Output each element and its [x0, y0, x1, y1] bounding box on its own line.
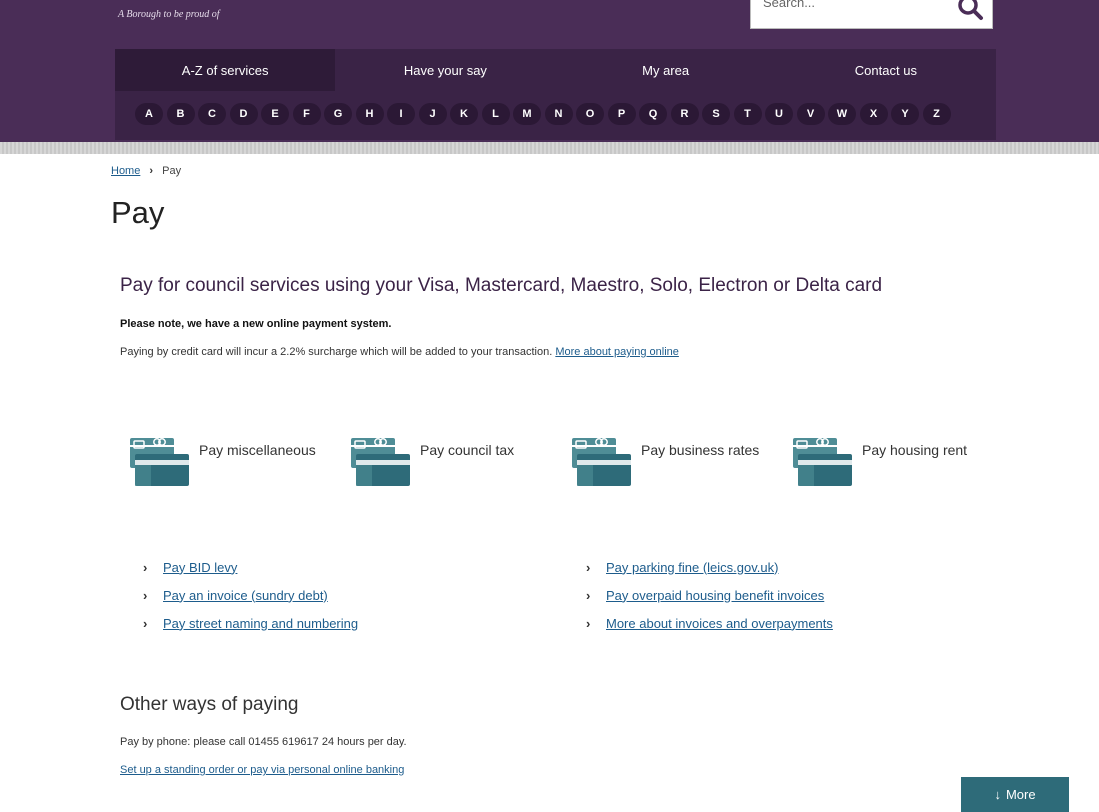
- az-letter-r[interactable]: R: [670, 103, 699, 125]
- payment-card-icon: [572, 438, 631, 486]
- payment-card-icon: [793, 438, 852, 486]
- breadcrumb-current: Pay: [162, 165, 182, 177]
- az-letter-y[interactable]: Y: [891, 103, 919, 125]
- pay-miscellaneous-tile[interactable]: Pay miscellaneous: [129, 435, 316, 490]
- az-letter-a[interactable]: A: [135, 103, 163, 125]
- more-button-label: More: [1005, 787, 1036, 802]
- search-placeholder: Search...: [763, 0, 816, 10]
- pay-parking-fine-link[interactable]: Pay parking fine (leics.gov.uk): [606, 560, 778, 575]
- az-letter-f[interactable]: F: [292, 103, 321, 125]
- more-button[interactable]: ↓ More: [961, 777, 1069, 812]
- pay-tile-label: Pay council tax: [420, 442, 515, 458]
- az-letter-x[interactable]: X: [859, 103, 888, 125]
- az-letter-i[interactable]: I: [387, 103, 415, 125]
- pay-tile-label: Pay business rates: [641, 442, 760, 458]
- pay-links-left: › Pay BID levy › Pay an invoice (sundry …: [143, 553, 358, 637]
- section-heading: Pay for council services using your Visa…: [120, 275, 883, 296]
- page-title: Pay: [111, 195, 165, 230]
- chevron-right-icon: ›: [143, 559, 148, 575]
- more-about-paying-online-link[interactable]: More about paying online: [555, 346, 679, 358]
- tagline: A Borough to be proud of: [118, 9, 220, 20]
- list-item: › Pay parking fine (leics.gov.uk): [586, 553, 833, 581]
- more-about-invoices-link[interactable]: More about invoices and overpayments: [606, 616, 833, 631]
- pay-bid-levy-link[interactable]: Pay BID levy: [163, 560, 237, 575]
- chevron-right-icon: ›: [149, 165, 154, 177]
- breadcrumb-home-link[interactable]: Home: [111, 165, 140, 177]
- list-item: › Pay street naming and numbering: [143, 609, 358, 637]
- pay-tile-label: Pay miscellaneous: [199, 442, 316, 458]
- az-letter-z[interactable]: Z: [922, 103, 951, 125]
- payment-card-icon: [130, 438, 189, 486]
- az-letter-k[interactable]: K: [450, 103, 478, 125]
- arrow-down-icon: ↓: [994, 787, 1001, 802]
- list-item: › More about invoices and overpayments: [586, 609, 833, 637]
- az-letter-j[interactable]: J: [418, 103, 447, 125]
- pay-invoice-link[interactable]: Pay an invoice (sundry debt): [163, 588, 328, 603]
- az-letter-w[interactable]: W: [828, 103, 856, 125]
- pay-business-rates-tile[interactable]: Pay business rates: [571, 435, 759, 490]
- chevron-right-icon: ›: [586, 615, 591, 631]
- list-item: › Pay an invoice (sundry debt): [143, 581, 358, 609]
- surcharge-text: Paying by credit card will incur a 2.2% …: [120, 346, 553, 358]
- nav-tab-a-z[interactable]: A-Z of services: [115, 49, 336, 91]
- az-letter-n[interactable]: N: [544, 103, 573, 125]
- az-letter-s[interactable]: S: [702, 103, 730, 125]
- payment-system-note: Please note, we have a new online paymen…: [120, 318, 392, 330]
- nav-tab-contact-us[interactable]: Contact us: [776, 49, 996, 91]
- az-letter-t[interactable]: T: [733, 103, 762, 125]
- az-letter-v[interactable]: V: [796, 103, 825, 125]
- az-letter-q[interactable]: Q: [639, 103, 667, 125]
- payment-card-icon: [351, 438, 410, 486]
- pay-council-tax-tile[interactable]: Pay council tax: [350, 435, 514, 490]
- standing-order-link[interactable]: Set up a standing order or pay via perso…: [120, 764, 404, 776]
- site-header: A Borough to be proud of Search... A-Z o…: [0, 0, 1099, 142]
- chevron-right-icon: ›: [143, 615, 148, 631]
- chevron-right-icon: ›: [586, 587, 591, 603]
- pay-street-naming-link[interactable]: Pay street naming and numbering: [163, 616, 358, 631]
- nav-tab-have-your-say[interactable]: Have your say: [335, 49, 555, 91]
- pay-housing-rent-tile[interactable]: Pay housing rent: [792, 435, 967, 490]
- a-z-letter-bar: ABCDEFGHIJKLMNOPQRSTUVWXYZ: [135, 103, 954, 125]
- pay-by-phone-text: Pay by phone: please call 01455 619617 2…: [120, 736, 407, 748]
- az-letter-o[interactable]: O: [576, 103, 604, 125]
- az-letter-g[interactable]: G: [324, 103, 352, 125]
- search-icon[interactable]: [958, 0, 984, 22]
- az-letter-l[interactable]: L: [481, 103, 510, 125]
- az-letter-p[interactable]: P: [607, 103, 636, 125]
- az-letter-h[interactable]: H: [355, 103, 384, 125]
- az-letter-c[interactable]: C: [198, 103, 226, 125]
- list-item: › Pay overpaid housing benefit invoices: [586, 581, 833, 609]
- search-input[interactable]: Search...: [750, 0, 993, 29]
- nav-tab-my-area[interactable]: My area: [556, 49, 776, 91]
- az-letter-d[interactable]: D: [229, 103, 258, 125]
- header-divider: [0, 142, 1099, 154]
- chevron-right-icon: ›: [586, 559, 591, 575]
- az-letter-m[interactable]: M: [513, 103, 541, 125]
- main-nav: A-Z of services Have your say My area Co…: [115, 49, 996, 140]
- breadcrumb: Home › Pay: [111, 165, 181, 177]
- az-letter-e[interactable]: E: [261, 103, 289, 125]
- chevron-right-icon: ›: [143, 587, 148, 603]
- pay-overpaid-benefit-link[interactable]: Pay overpaid housing benefit invoices: [606, 588, 824, 603]
- az-letter-b[interactable]: B: [166, 103, 195, 125]
- surcharge-note: Paying by credit card will incur a 2.2% …: [120, 346, 679, 358]
- list-item: › Pay BID levy: [143, 553, 358, 581]
- other-ways-heading: Other ways of paying: [120, 694, 299, 715]
- pay-tile-label: Pay housing rent: [862, 442, 968, 458]
- az-letter-u[interactable]: U: [765, 103, 793, 125]
- pay-links-right: › Pay parking fine (leics.gov.uk) › Pay …: [586, 553, 833, 637]
